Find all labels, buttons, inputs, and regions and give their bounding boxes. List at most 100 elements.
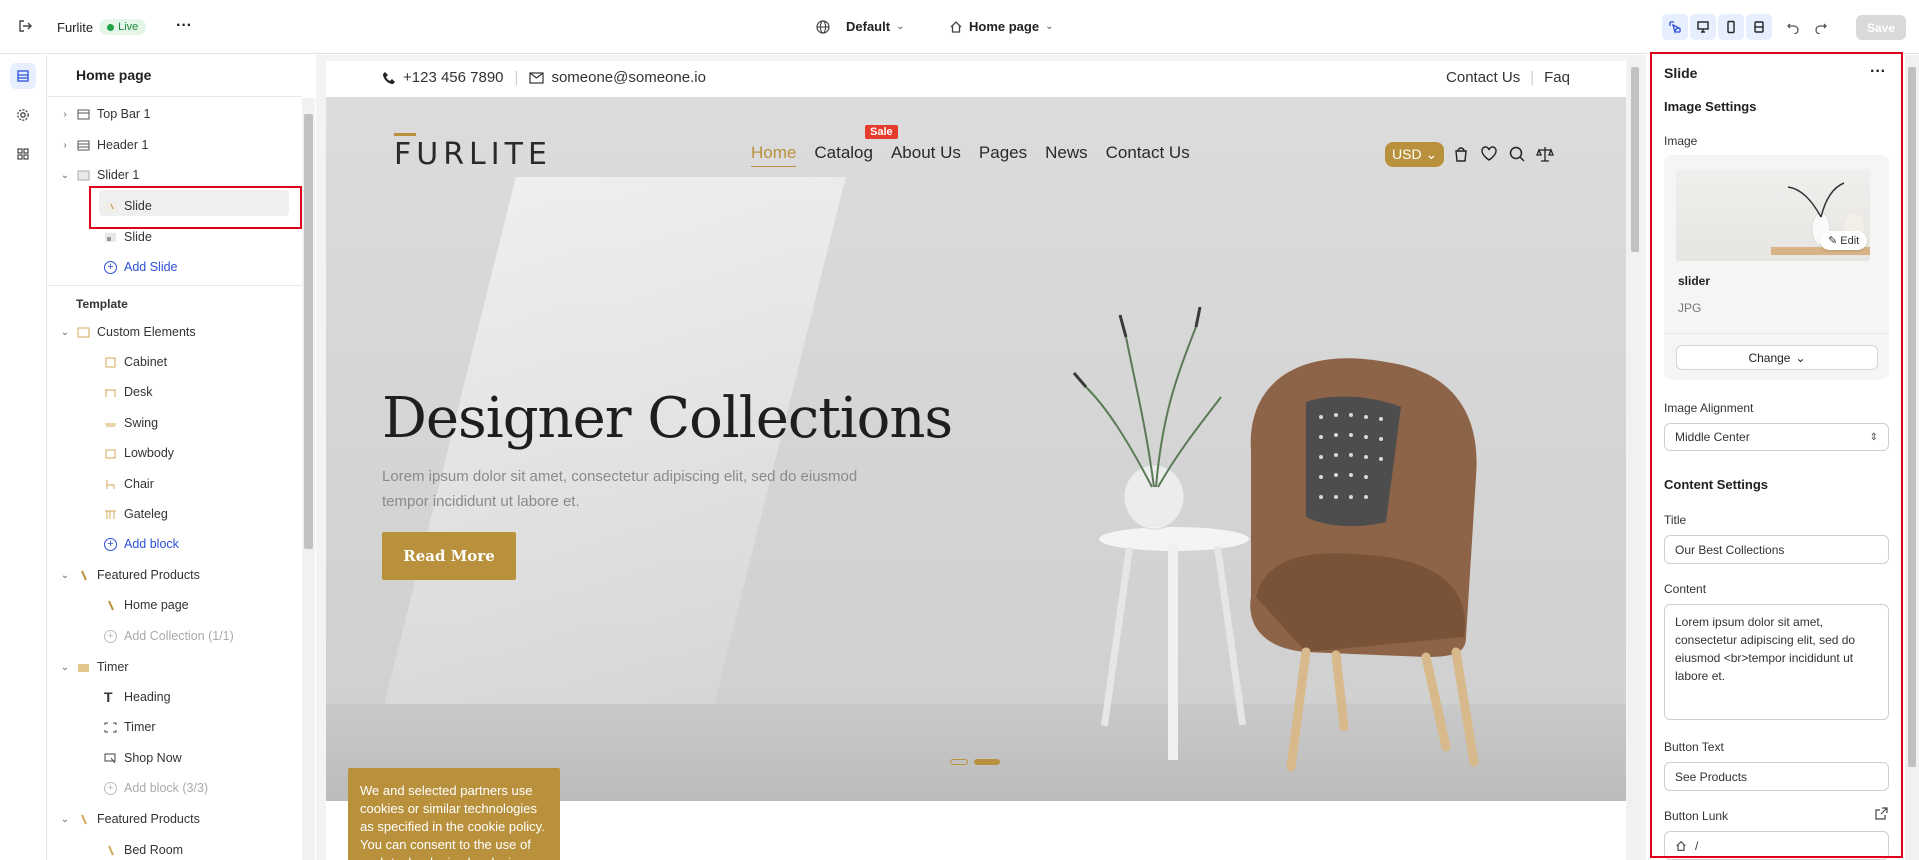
heading-text-icon: T <box>104 688 113 705</box>
tree-item-desk[interactable]: Desk <box>104 385 152 399</box>
tree-item-chair[interactable]: Chair <box>104 477 154 491</box>
add-slide-button[interactable]: + Add Slide <box>104 260 178 274</box>
slide-dot-active[interactable] <box>974 759 1000 765</box>
read-more-button[interactable]: Read More <box>382 532 516 580</box>
more-menu-icon[interactable]: ··· <box>176 17 192 35</box>
chair-vase-illustration <box>1072 307 1479 772</box>
tree-scrollbar[interactable] <box>302 98 315 860</box>
button-icon <box>104 753 117 764</box>
tree-item-label: Timer <box>124 720 156 734</box>
desk-icon <box>104 387 117 398</box>
header-icons <box>1452 145 1554 163</box>
top-bar: Furlite Live ··· Default ⌄ Home page ⌄ S… <box>0 0 1919 54</box>
left-rail <box>0 55 47 860</box>
tree-item-timer[interactable]: ⌄ Timer <box>60 660 129 674</box>
nav-contact[interactable]: Contact Us <box>1106 143 1190 167</box>
top-bar-section-icon <box>77 109 90 120</box>
timer-section-icon <box>77 662 90 673</box>
tree-item-home-page-collection[interactable]: Home page <box>104 598 189 612</box>
page-label: Home page <box>969 19 1040 34</box>
select-tool-icon[interactable] <box>1662 14 1688 40</box>
tree-title: Home page <box>76 67 152 83</box>
tree-item-label: Heading <box>124 690 171 704</box>
tree-item-label: Shop Now <box>124 751 182 765</box>
settings-gear-icon[interactable] <box>10 102 36 128</box>
logo-bar <box>394 133 416 136</box>
scrollbar-thumb[interactable] <box>1631 67 1639 252</box>
scrollbar-thumb[interactable] <box>304 114 313 549</box>
tree-item-label: Home page <box>124 598 189 612</box>
divider <box>48 285 302 286</box>
site-phone: +123 456 7890 <box>403 69 504 86</box>
status-badge: Live <box>99 19 147 35</box>
tree-item-gateleg[interactable]: Gateleg <box>104 507 168 521</box>
slide-dot[interactable] <box>950 759 968 765</box>
cart-icon[interactable] <box>1452 145 1470 163</box>
top-link-contact[interactable]: Contact Us <box>1446 69 1520 86</box>
tree-item-label: Featured Products <box>97 812 200 826</box>
add-timer-block-button: + Add block (3/3) <box>104 781 208 795</box>
nav-news[interactable]: News <box>1045 143 1088 167</box>
hero-subtext: Lorem ipsum dolor sit amet, consectetur … <box>382 468 858 510</box>
fullscreen-view-icon[interactable] <box>1746 14 1772 40</box>
mobile-view-icon[interactable] <box>1718 14 1744 40</box>
hero-headline: Designer Collections <box>382 386 953 451</box>
site-logo[interactable]: FURLITE <box>394 133 552 172</box>
save-button[interactable]: Save <box>1856 15 1906 40</box>
slider-section-icon <box>77 170 90 181</box>
site-email: someone@someone.io <box>551 69 706 86</box>
top-link-faq[interactable]: Faq <box>1544 69 1570 86</box>
scrollbar-thumb[interactable] <box>1908 67 1916 767</box>
tree-item-featured-products-2[interactable]: ⌄ Featured Products <box>60 812 200 826</box>
custom-elements-icon <box>77 327 90 338</box>
panel-scrollbar[interactable] <box>1905 55 1919 860</box>
exit-icon[interactable] <box>18 19 32 33</box>
nav-catalog[interactable]: Catalog <box>814 143 873 167</box>
tree-item-lowbody[interactable]: Lowbody <box>104 446 174 460</box>
tree-item-label: Timer <box>97 660 129 674</box>
tree-item-label: Custom Elements <box>97 325 196 339</box>
slide-image-icon <box>104 232 117 243</box>
tree-item-heading[interactable]: T Heading <box>104 688 171 705</box>
currency-select[interactable]: USD ⌄ <box>1385 142 1445 167</box>
theme-select[interactable]: Default ⌄ <box>816 19 904 34</box>
currency-label: USD <box>1392 146 1422 162</box>
theme-label: Default <box>846 19 891 34</box>
tree-item-slide-2[interactable]: Slide <box>104 230 152 244</box>
desktop-view-icon[interactable] <box>1690 14 1716 40</box>
canvas-scrollbar[interactable] <box>1628 55 1642 860</box>
add-block-button[interactable]: + Add block <box>104 537 179 551</box>
wall-light-decoration <box>376 177 846 737</box>
tree-item-header[interactable]: › Header 1 <box>60 138 148 152</box>
redo-icon[interactable] <box>1808 14 1834 40</box>
collection-icon <box>104 845 117 856</box>
tree-item-featured-products[interactable]: ⌄ Featured Products <box>60 568 200 582</box>
add-icon: + <box>104 537 117 551</box>
tree-item-shop-now[interactable]: Shop Now <box>104 751 182 765</box>
add-block-label: Add block (3/3) <box>124 781 209 795</box>
page-select[interactable]: Home page ⌄ <box>949 19 1053 34</box>
compare-scale-icon[interactable] <box>1536 145 1554 163</box>
main-nav: Home Catalog About Us Pages News Contact… <box>751 143 1190 167</box>
tree-item-bed-room[interactable]: Bed Room <box>104 843 183 857</box>
sections-icon[interactable] <box>10 63 36 89</box>
search-icon[interactable] <box>1508 145 1526 163</box>
tree-item-swing[interactable]: Swing <box>104 416 158 430</box>
tree-item-slider[interactable]: ⌄ Slider 1 <box>60 168 140 182</box>
status-dot-icon <box>107 23 115 31</box>
template-heading: Template <box>76 297 128 311</box>
add-collection-label: Add Collection (1/1) <box>124 629 234 643</box>
apps-icon[interactable] <box>10 141 36 167</box>
add-slide-label: Add Slide <box>124 260 178 274</box>
chair-icon <box>104 479 117 490</box>
nav-about[interactable]: About Us <box>891 143 961 167</box>
tree-item-top-bar[interactable]: › Top Bar 1 <box>60 107 150 121</box>
undo-icon[interactable] <box>1780 14 1806 40</box>
tree-item-custom-elements[interactable]: ⌄ Custom Elements <box>60 325 196 339</box>
nav-pages[interactable]: Pages <box>979 143 1027 167</box>
tree-item-timer-block[interactable]: Timer <box>104 720 155 734</box>
nav-home[interactable]: Home <box>751 143 797 167</box>
wishlist-heart-icon[interactable] <box>1480 145 1498 163</box>
tree-item-cabinet[interactable]: Cabinet <box>104 355 167 369</box>
mail-icon <box>529 71 545 84</box>
